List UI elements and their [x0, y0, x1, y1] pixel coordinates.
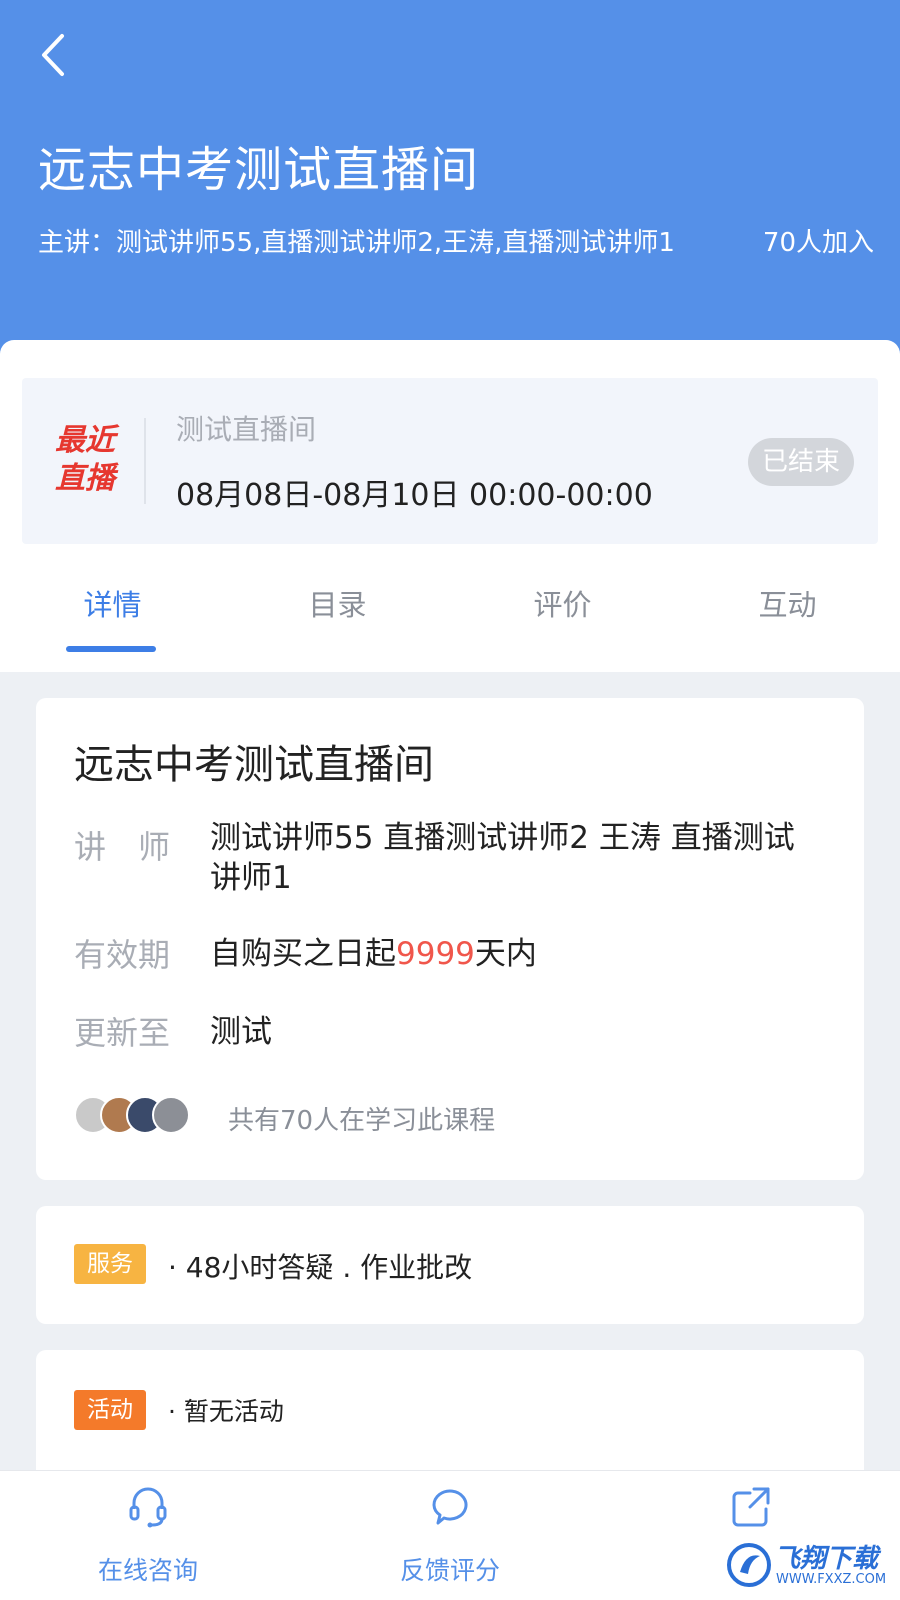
activity-card: 活动 · 暂无活动 — [36, 1350, 864, 1480]
update-label: 更新至 — [74, 1014, 171, 1052]
watermark-logo-icon — [727, 1543, 771, 1587]
validity-days: 9999 — [396, 936, 475, 972]
service-text: · 48小时答疑 . 作业批改 — [168, 1251, 473, 1284]
online-consult-button[interactable]: 在线咨询 — [48, 1471, 248, 1600]
headset-icon — [129, 1487, 167, 1528]
validity-prefix: 自购买之日起 — [210, 936, 396, 972]
watermark-text: 飞翔下载 — [774, 1544, 879, 1574]
chevron-left-icon — [42, 34, 64, 76]
learner-avatars — [74, 1096, 194, 1136]
share-icon — [732, 1487, 770, 1527]
recent-live-card[interactable]: 最近直播 测试直播间 08月08日-08月10日 00:00-00:00 已结束 — [22, 378, 878, 544]
tab-catalog[interactable]: 目录 — [225, 570, 450, 670]
tab-details[interactable]: 详情 — [0, 570, 225, 670]
course-detail-card: 远志中考测试直播间 讲 师 测试讲师55 直播测试讲师2 王涛 直播测试讲师1 … — [36, 698, 864, 1180]
validity-label: 有效期 — [74, 936, 171, 974]
chat-bubble-icon — [432, 1489, 468, 1525]
avatar — [152, 1096, 190, 1134]
live-room-name: 测试直播间 — [176, 413, 317, 446]
back-button[interactable] — [36, 30, 76, 80]
detail-title: 远志中考测试直播间 — [74, 742, 434, 788]
update-value: 测试 — [210, 1014, 272, 1050]
active-tab-indicator — [66, 646, 156, 652]
tab-reviews[interactable]: 评价 — [450, 570, 675, 670]
teacher-label: 讲 师 — [74, 828, 171, 866]
teacher-value: 测试讲师55 直播测试讲师2 王涛 直播测试讲师1 — [210, 820, 795, 896]
recent-live-label: 最近直播 — [55, 423, 115, 496]
tab-bar: 详情 目录 评价 互动 — [0, 570, 900, 670]
service-card: 服务 · 48小时答疑 . 作业批改 — [36, 1206, 864, 1324]
course-title: 远志中考测试直播间 — [38, 142, 480, 198]
learners-count: 共有70人在学习此课程 — [228, 1106, 496, 1136]
course-panel: 最近直播 测试直播间 08月08日-08月10日 00:00-00:00 已结束… — [0, 340, 900, 672]
service-tag: 服务 — [74, 1244, 146, 1284]
watermark-url: WWW.FXXZ.COM — [776, 1572, 887, 1587]
course-header: 远志中考测试直播间 主讲：测试讲师55,直播测试讲师2,王涛,直播测试讲师1 7… — [0, 0, 900, 360]
site-watermark: 飞翔下载 WWW.FXXZ.COM — [722, 1536, 892, 1594]
feedback-rating-button[interactable]: 反馈评分 — [350, 1471, 550, 1600]
validity-suffix: 天内 — [474, 936, 537, 972]
join-count: 70人加入 — [762, 228, 874, 258]
activity-text: · 暂无活动 — [168, 1397, 284, 1426]
activity-tag: 活动 — [74, 1390, 146, 1430]
online-consult-label: 在线咨询 — [97, 1556, 198, 1585]
status-badge: 已结束 — [748, 438, 854, 486]
live-time: 08月08日-08月10日 00:00-00:00 — [176, 478, 653, 513]
validity-value: 自购买之日起9999天内 — [210, 928, 537, 973]
feedback-rating-label: 反馈评分 — [399, 1556, 500, 1585]
tab-interaction[interactable]: 互动 — [675, 570, 900, 670]
lecturer-list: 主讲：测试讲师55,直播测试讲师2,王涛,直播测试讲师1 — [38, 228, 675, 258]
divider — [144, 418, 146, 504]
